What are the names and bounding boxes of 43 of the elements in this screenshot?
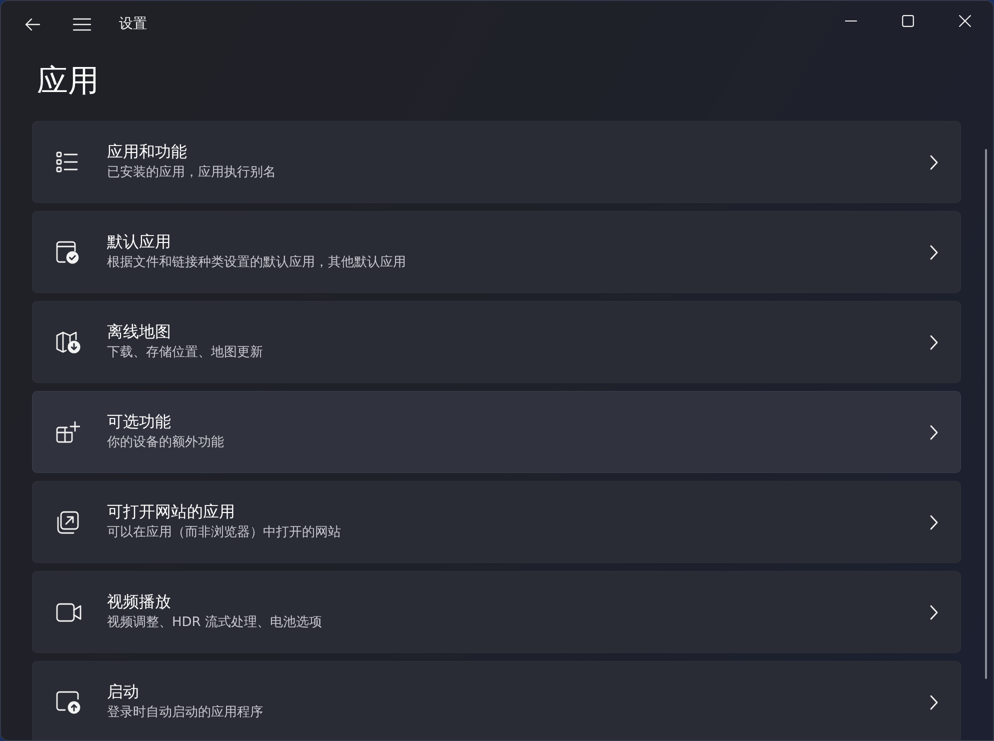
card-title: 应用和功能 — [107, 142, 187, 162]
maximize-icon — [902, 15, 914, 27]
chevron-right-icon — [930, 694, 938, 710]
settings-card[interactable]: 视频播放 视频调整、HDR 流式处理、电池选项 — [32, 571, 961, 653]
card-subtitle: 根据文件和链接种类设置的默认应用，其他默认应用 — [107, 254, 406, 272]
list-icon — [56, 151, 78, 173]
card-title: 可选功能 — [107, 412, 171, 432]
settings-card[interactable]: 离线地图 下载、存储位置、地图更新 — [32, 301, 961, 383]
card-title: 启动 — [107, 682, 139, 702]
card-title: 可打开网站的应用 — [107, 502, 235, 522]
window-check-icon — [56, 240, 79, 264]
card-subtitle: 你的设备的额外功能 — [107, 434, 224, 452]
settings-card[interactable]: 可选功能 你的设备的额外功能 — [32, 391, 961, 473]
settings-card[interactable]: 应用和功能 已安装的应用，应用执行别名 — [32, 121, 961, 203]
settings-card[interactable]: 启动 登录时自动启动的应用程序 — [32, 661, 961, 740]
card-subtitle: 登录时自动启动的应用程序 — [107, 704, 263, 722]
card-title: 视频播放 — [107, 592, 171, 612]
video-camera-icon — [56, 602, 82, 622]
grid-plus-icon — [56, 421, 80, 443]
card-title: 离线地图 — [107, 322, 171, 342]
minimize-icon — [844, 20, 856, 22]
close-icon — [958, 15, 970, 27]
scrollbar-thumb[interactable] — [985, 149, 987, 679]
card-title: 默认应用 — [107, 232, 171, 252]
chevron-right-icon — [930, 334, 938, 350]
chevron-right-icon — [930, 514, 938, 530]
settings-card[interactable]: 可打开网站的应用 可以在应用（而非浏览器）中打开的网站 — [32, 481, 961, 563]
open-window-icon — [56, 510, 79, 534]
card-subtitle: 可以在应用（而非浏览器）中打开的网站 — [107, 524, 341, 542]
map-download-icon — [56, 330, 81, 354]
chevron-right-icon — [930, 244, 938, 260]
chevron-right-icon — [930, 154, 938, 170]
window-upload-icon — [56, 690, 81, 714]
window-title: 设置 — [119, 15, 147, 33]
page-heading: 应用 — [37, 62, 100, 101]
card-subtitle: 下载、存储位置、地图更新 — [107, 344, 263, 362]
card-subtitle: 视频调整、HDR 流式处理、电池选项 — [107, 614, 322, 632]
chevron-right-icon — [930, 424, 938, 440]
menu-icon — [73, 18, 91, 30]
chevron-right-icon — [930, 604, 938, 620]
settings-card[interactable]: 默认应用 根据文件和链接种类设置的默认应用，其他默认应用 — [32, 211, 961, 293]
back-arrow-icon — [24, 18, 40, 30]
card-subtitle: 已安装的应用，应用执行别名 — [107, 164, 276, 182]
